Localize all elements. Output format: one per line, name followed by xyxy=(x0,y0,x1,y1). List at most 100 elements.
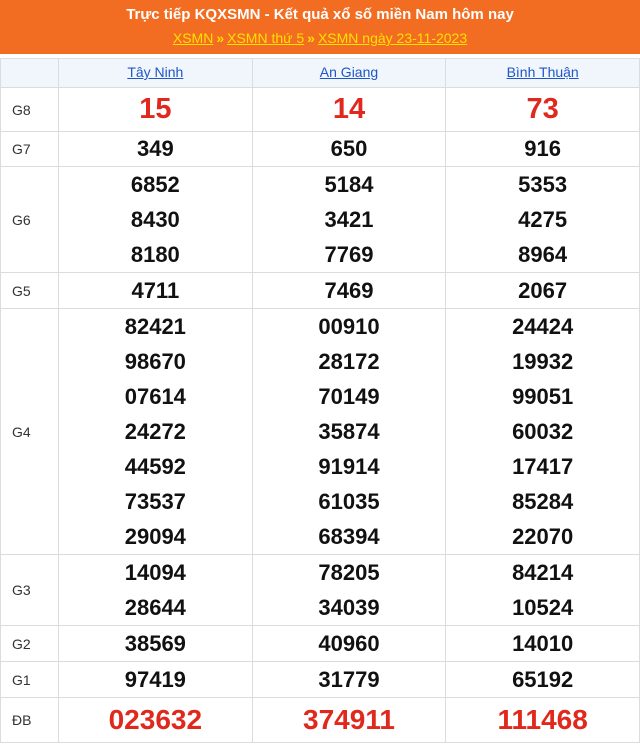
prize-label: G7 xyxy=(0,131,59,167)
prize-number: 24272 xyxy=(124,419,186,444)
prize-number: 374911 xyxy=(303,704,395,735)
prize-number: 40960 xyxy=(318,631,380,656)
prize-number: 5353 xyxy=(518,172,568,197)
breadcrumb-separator: » xyxy=(216,30,225,46)
prize-row-g2: G2 38569 40960 14010 xyxy=(0,625,640,662)
prize-number: 97419 xyxy=(124,667,186,692)
prize-number: 14094 xyxy=(124,560,186,585)
prize-cell: 650 xyxy=(251,131,447,167)
prize-row-db: ĐB 023632 374911 111468 xyxy=(0,697,640,743)
prize-cell: 916 xyxy=(445,131,640,167)
prize-number: 34039 xyxy=(318,595,380,620)
prize-number: 7769 xyxy=(324,242,374,267)
prize-cell: 14094 28644 xyxy=(58,554,253,626)
prize-number: 78205 xyxy=(318,560,380,585)
prize-number: 73 xyxy=(526,93,559,125)
prize-label: G1 xyxy=(0,661,59,698)
prize-label: ĐB xyxy=(0,697,59,743)
prize-cell: 5184 3421 7769 xyxy=(251,166,447,273)
prize-number: 14 xyxy=(332,93,366,125)
prize-number: 4711 xyxy=(131,278,180,303)
prize-row-g6: G6 6852 8430 8180 5184 3421 7769 5353 4275 8964 xyxy=(0,166,640,273)
prize-number: 44592 xyxy=(124,454,186,479)
breadcrumb-xsmn-thu-5[interactable]: XSMN thứ 5 xyxy=(227,30,304,46)
province-link-an-giang[interactable]: An Giang xyxy=(320,64,378,80)
prize-number: 99051 xyxy=(512,384,574,409)
prize-label: G5 xyxy=(0,272,59,309)
prize-number: 22070 xyxy=(512,524,574,549)
prize-number: 31779 xyxy=(318,667,380,692)
prize-number: 68394 xyxy=(318,524,380,549)
prize-number: 14010 xyxy=(512,631,574,656)
prize-number: 023632 xyxy=(108,704,203,735)
prize-number: 98670 xyxy=(124,349,186,374)
prize-cell: 00910 28172 70149 35874 91914 61035 68394 xyxy=(251,308,447,555)
prize-row-g7: G7 349 650 916 xyxy=(0,131,640,167)
prize-number: 15 xyxy=(139,93,172,125)
prize-number: 73537 xyxy=(124,489,186,514)
prize-number: 4275 xyxy=(518,207,568,232)
prize-cell: 6852 8430 8180 xyxy=(58,166,253,273)
prize-number: 24424 xyxy=(512,314,574,339)
prize-number: 00910 xyxy=(318,314,380,339)
prize-number: 84214 xyxy=(512,560,574,585)
prize-number: 29094 xyxy=(124,524,186,549)
prize-cell: 24424 19932 99051 60032 17417 85284 22070 xyxy=(445,308,640,555)
prize-number: 19932 xyxy=(512,349,574,374)
prize-number: 91914 xyxy=(318,454,380,479)
breadcrumb-xsmn-date[interactable]: XSMN ngày 23-11-2023 xyxy=(318,30,467,46)
prize-number: 17417 xyxy=(512,454,574,479)
prize-number: 38569 xyxy=(124,631,186,656)
header-corner xyxy=(0,58,59,88)
prize-number: 2067 xyxy=(518,278,568,303)
prize-number: 916 xyxy=(524,136,562,161)
prize-cell: 15 xyxy=(58,87,253,132)
prize-cell: 349 xyxy=(58,131,253,167)
prize-number: 35874 xyxy=(318,419,380,444)
prize-cell: 40960 xyxy=(251,625,447,662)
prize-row-g8: G8 15 14 73 xyxy=(0,87,640,132)
prize-cell: 84214 10524 xyxy=(445,554,640,626)
prize-cell: 2067 xyxy=(445,272,640,309)
prize-number: 28172 xyxy=(318,349,380,374)
prize-row-g5: G5 4711 7469 2067 xyxy=(0,272,640,309)
prize-cell: 5353 4275 8964 xyxy=(445,166,640,273)
prize-cell: 7469 xyxy=(251,272,447,309)
page-title: Trực tiếp KQXSMN - Kết quả xổ số miền Na… xyxy=(126,6,514,23)
prize-cell: 65192 xyxy=(445,661,640,698)
prize-number: 70149 xyxy=(318,384,380,409)
prize-number: 85284 xyxy=(512,489,574,514)
prize-number: 10524 xyxy=(512,595,574,620)
prize-label: G4 xyxy=(0,308,59,555)
prize-number: 8964 xyxy=(518,242,568,267)
prize-number: 65192 xyxy=(512,667,574,692)
prize-number: 111468 xyxy=(497,704,588,735)
breadcrumb: XSMN» XSMN thứ 5» XSMN ngày 23-11-2023 xyxy=(0,28,640,48)
prize-cell: 4711 xyxy=(58,272,253,309)
prize-number: 8430 xyxy=(130,207,180,232)
prize-cell: 14 xyxy=(251,87,447,132)
province-link-binh-thuan[interactable]: Bình Thuận xyxy=(507,64,579,80)
results-table: Tây Ninh An Giang Bình Thuận G8 15 14 73 G7 3… xyxy=(0,58,640,743)
prize-cell: 111468 xyxy=(445,697,640,743)
prize-cell: 38569 xyxy=(58,625,253,662)
prize-cell: 78205 34039 xyxy=(251,554,447,626)
breadcrumb-xsmn[interactable]: XSMN xyxy=(173,30,213,46)
prize-label: G6 xyxy=(0,166,59,273)
prize-cell: 14010 xyxy=(445,625,640,662)
prize-row-g3: G3 14094 28644 78205 34039 84214 10524 xyxy=(0,554,640,626)
prize-label: G3 xyxy=(0,554,59,626)
prize-row-g4: G4 82421 98670 07614 24272 44592 73537 29094 009… xyxy=(0,308,640,555)
province-link-tay-ninh[interactable]: Tây Ninh xyxy=(127,64,183,80)
prize-label: G2 xyxy=(0,625,59,662)
prize-cell: 374911 xyxy=(251,697,447,743)
prize-number: 349 xyxy=(136,136,174,161)
prize-cell: 73 xyxy=(445,87,640,132)
page-header: Trực tiếp KQXSMN - Kết quả xổ số miền Na… xyxy=(0,0,640,54)
prize-cell: 97419 xyxy=(58,661,253,698)
prize-number: 82421 xyxy=(124,314,186,339)
prize-number: 650 xyxy=(330,136,368,161)
prize-cell: 023632 xyxy=(58,697,253,743)
prize-row-g1: G1 97419 31779 65192 xyxy=(0,661,640,698)
prize-number: 5184 xyxy=(324,172,374,197)
